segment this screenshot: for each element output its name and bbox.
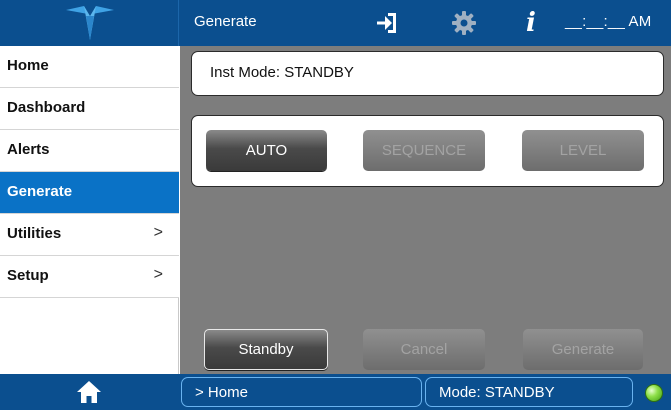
clock-display: __:__:__ AM (565, 13, 652, 30)
status-led-icon (645, 384, 663, 402)
sidebar-item-utilities[interactable]: Utilities > (0, 214, 179, 256)
teledyne-logo-icon (66, 6, 114, 40)
sidebar-item-generate[interactable]: Generate (0, 172, 179, 214)
top-bar: Generate i __:__:__ AM (0, 0, 671, 46)
breadcrumb-text: > Home (195, 384, 248, 401)
sidebar: Home Dashboard Alerts Generate Utilities… (0, 46, 179, 374)
sidebar-item-label: Utilities (7, 225, 62, 242)
sidebar-item-home[interactable]: Home (0, 46, 179, 88)
sidebar-item-label: Dashboard (7, 99, 86, 116)
sequence-button[interactable]: SEQUENCE (363, 130, 485, 171)
mode-status-text: Mode: STANDBY (439, 384, 555, 401)
inst-mode-text: Inst Mode: STANDBY (210, 64, 354, 81)
info-icon[interactable]: i (518, 8, 544, 38)
generate-button[interactable]: Generate (523, 329, 643, 370)
mode-status: Mode: STANDBY (425, 377, 633, 407)
login-icon[interactable] (370, 8, 404, 38)
inst-mode-panel: Inst Mode: STANDBY (191, 51, 664, 96)
home-button[interactable] (0, 374, 179, 410)
chevron-right-icon: > (153, 266, 163, 283)
sidebar-item-label: Alerts (7, 141, 50, 158)
sidebar-item-label: Generate (7, 183, 73, 200)
standby-button[interactable]: Standby (204, 329, 328, 370)
logo-cell (0, 0, 179, 46)
level-button[interactable]: LEVEL (522, 130, 644, 171)
cancel-button[interactable]: Cancel (363, 329, 485, 370)
sidebar-item-label: Setup (7, 267, 49, 284)
page-title: Generate (194, 13, 257, 30)
status-bar: > Home Mode: STANDBY (0, 374, 671, 410)
breadcrumb[interactable]: > Home (181, 377, 422, 407)
sidebar-item-dashboard[interactable]: Dashboard (0, 88, 179, 130)
sidebar-item-setup[interactable]: Setup > (0, 256, 179, 298)
gear-icon[interactable] (448, 8, 480, 38)
auto-button[interactable]: AUTO (206, 130, 327, 171)
chevron-right-icon: > (153, 224, 163, 241)
sidebar-item-label: Home (7, 57, 49, 74)
home-icon (77, 381, 101, 403)
sidebar-item-alerts[interactable]: Alerts (0, 130, 179, 172)
main-panel: Inst Mode: STANDBY AUTO SEQUENCE LEVEL S… (180, 46, 671, 374)
